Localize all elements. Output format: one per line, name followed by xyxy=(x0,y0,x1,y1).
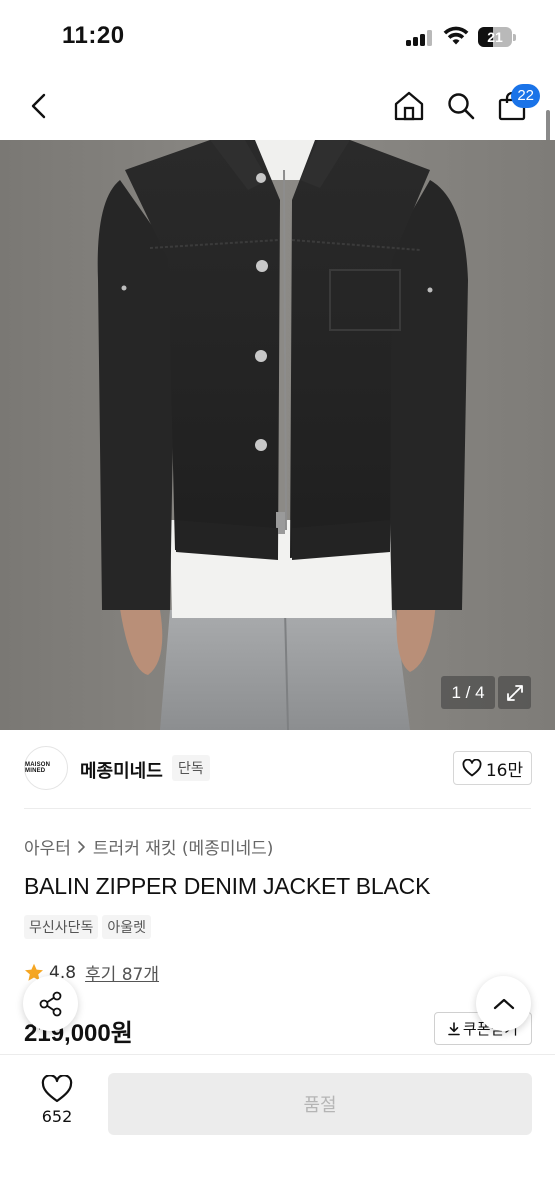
sold-out-button[interactable]: 품절 xyxy=(108,1073,532,1135)
bottom-action-bar: 652 품절 xyxy=(0,1054,555,1200)
cart-count-badge: 22 xyxy=(511,84,540,108)
cellular-signal-icon xyxy=(406,30,434,46)
breadcrumb-subcategory[interactable]: 트러커 재킷 (메종미네드) xyxy=(93,834,273,859)
breadcrumb-category[interactable]: 아우터 xyxy=(24,834,71,859)
brand-logo[interactable]: MAISON MINED xyxy=(24,746,68,790)
brand-like-count: 16만 xyxy=(485,760,524,781)
review-count-link[interactable]: 후기 87개 xyxy=(85,960,159,985)
top-nav-bar: 22 xyxy=(0,72,555,140)
battery-level: 21 xyxy=(487,29,503,45)
share-button[interactable] xyxy=(23,976,78,1031)
expand-icon xyxy=(506,684,523,701)
chevron-up-icon xyxy=(493,998,514,1009)
brand-logo-text: MAISON MINED xyxy=(25,762,51,774)
download-icon xyxy=(448,1021,460,1035)
divider xyxy=(24,808,531,809)
product-tags: 무신사단독 아울렛 xyxy=(24,915,152,939)
gallery-page-indicator: 1 / 4 xyxy=(441,676,495,709)
home-button[interactable] xyxy=(387,84,431,128)
share-icon xyxy=(39,991,61,1016)
chevron-right-icon xyxy=(78,840,85,853)
wifi-icon xyxy=(443,26,469,45)
brand-like-button[interactable]: 16만 xyxy=(453,751,532,785)
scroll-to-top-button[interactable] xyxy=(476,976,531,1031)
product-tag: 무신사단독 xyxy=(24,915,99,939)
breadcrumb: 아우터 트러커 재킷 (메종미네드) xyxy=(24,834,273,859)
back-button[interactable] xyxy=(18,84,62,128)
product-photo xyxy=(0,140,555,730)
chevron-left-icon xyxy=(31,93,46,119)
heart-icon xyxy=(462,759,482,777)
status-bar: 11:20 21 xyxy=(0,0,555,72)
cart-button[interactable]: 22 xyxy=(490,84,540,128)
product-title: BALIN ZIPPER DENIM JACKET BLACK xyxy=(24,873,431,899)
search-icon xyxy=(448,93,475,120)
battery-icon: 21 xyxy=(478,27,516,47)
search-button[interactable] xyxy=(439,84,483,128)
brand-exclusive-tag: 단독 xyxy=(172,755,210,781)
status-time: 11:20 xyxy=(62,22,125,49)
brand-name[interactable]: 메종미네드 xyxy=(80,757,163,783)
expand-image-button[interactable] xyxy=(498,676,531,709)
wishlist-count: 652 xyxy=(41,1107,73,1126)
wishlist-button[interactable]: 652 xyxy=(28,1075,86,1135)
home-icon xyxy=(394,91,424,121)
product-tag: 아울렛 xyxy=(102,915,152,939)
heart-icon xyxy=(41,1075,73,1103)
brand-row: MAISON MINED 메종미네드 단독 16만 xyxy=(0,740,555,800)
product-image[interactable]: 1 / 4 xyxy=(0,140,555,730)
